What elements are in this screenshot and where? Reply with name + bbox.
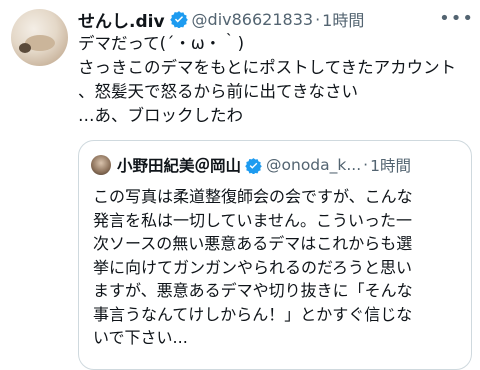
tweet-line: 、怒髪天で怒るから前に出てきなさい <box>78 82 359 101</box>
quoted-author-handle: @onoda_k... <box>266 156 362 174</box>
quoted-line: 事言うなんてけしからん！」とかすぐ信じな <box>93 304 413 324</box>
verified-badge-icon <box>245 157 262 174</box>
quoted-line: 発言を私は一切していません。こういった一 <box>93 210 413 230</box>
tweet-header: せんし.div @div86621833 · 1時間 <box>78 7 470 32</box>
quoted-line: ますが、悪意あるデマや切り抜きに「そんな <box>93 281 413 300</box>
author-avatar[interactable] <box>11 9 68 66</box>
verified-badge-icon <box>169 10 188 28</box>
quoted-timestamp: 1時間 <box>370 157 411 175</box>
author-handle[interactable]: @div86621833 <box>192 10 314 29</box>
separator-dot: · <box>363 156 369 174</box>
quoted-line: 次ソースの無い悪意あるデマはこれからも選 <box>93 234 413 253</box>
timestamp[interactable]: 1時間 <box>322 7 364 31</box>
tweet-line: …あ、ブロックしたわ <box>78 106 243 125</box>
quoted-avatar <box>91 155 111 175</box>
quoted-header: 小野田紀美＠岡山 @onoda_k... · 1時間 <box>91 153 463 177</box>
quoted-line: この写真は柔道整復師会の会ですが、こんな <box>93 187 413 206</box>
avatar-detail <box>19 43 31 53</box>
separator-dot: · <box>315 9 321 29</box>
quoted-author-name: 小野田紀美＠岡山 <box>117 157 242 175</box>
more-horizontal-icon[interactable]: ••• <box>439 8 474 29</box>
tweet-text: デマだって(´・ω・｀) さっきこのデマをもとにポストしてきたアカウント 、怒髪… <box>78 32 474 128</box>
quoted-tweet[interactable]: 小野田紀美＠岡山 @onoda_k... · 1時間 この写真は柔道整復師会の会… <box>78 140 472 370</box>
quoted-line: 挙に向けてガンガンやられるのだろうと思い <box>93 257 413 277</box>
tweet-line: デマだって(´・ω・｀) <box>78 34 245 53</box>
author-name[interactable]: せんし.div <box>78 7 165 32</box>
quoted-text: この写真は柔道整復師会の会ですが、こんな 発言を私は一切していません。こういった… <box>93 185 465 350</box>
tweet-line: さっきこのデマをもとにポストしてきたアカウント <box>78 58 457 77</box>
quoted-line: いで下さい... <box>93 328 188 347</box>
